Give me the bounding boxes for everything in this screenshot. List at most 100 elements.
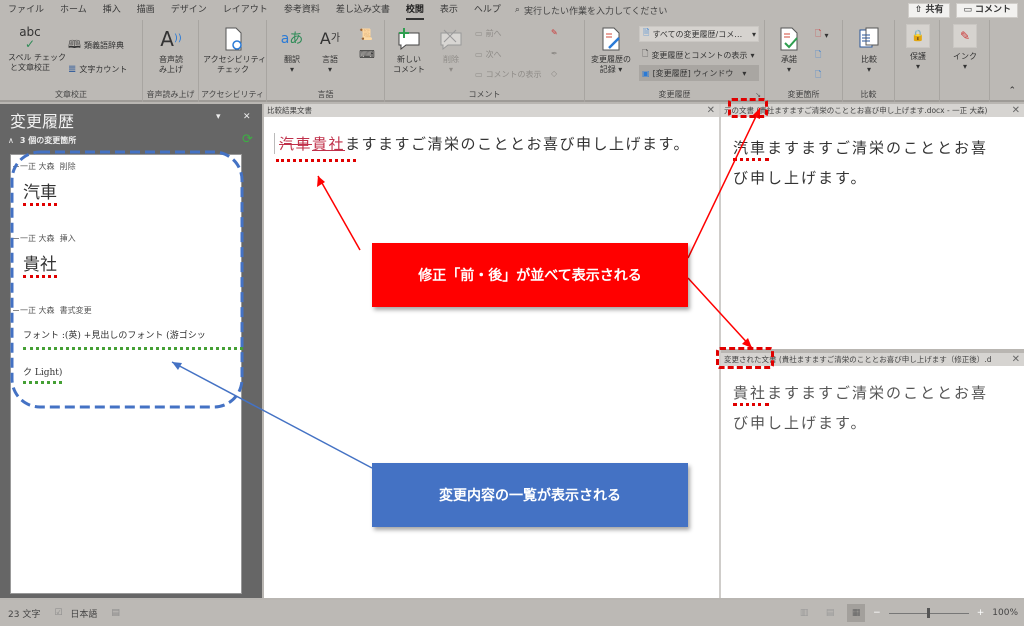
print-layout-icon[interactable]: ▤ (821, 604, 839, 622)
thesaurus-button[interactable]: 🕮 類義語辞典 (68, 36, 124, 55)
close-icon[interactable]: ✕ (707, 104, 715, 117)
close-icon[interactable]: ✕ (243, 112, 251, 122)
tab-home[interactable]: ホーム (52, 0, 95, 20)
language-button[interactable]: A가 言語 ▾ (313, 26, 347, 75)
revisions-pane: 変更履歴 ▾ ✕ ∧ 3 個の変更箇所 ⟳ 一正 大森 削除 汽車 一正 大森 … (0, 104, 262, 598)
tab-help[interactable]: ヘルプ (466, 0, 509, 20)
deleted-text: 汽車 (279, 135, 313, 153)
protect-button[interactable]: 🔒 保護 ▾ (899, 24, 937, 72)
ink-button[interactable]: ✎ インク ▾ (946, 24, 984, 72)
revision-item[interactable]: 一正 大森 挿入 貴社 (11, 233, 243, 278)
refresh-icon[interactable]: ⟳ (242, 132, 253, 147)
share-button[interactable]: ⇧ 共有 (907, 2, 951, 18)
dropdown-arrow-icon: ▾ (327, 65, 332, 74)
check-icon: ✓ (24, 37, 36, 51)
comment-icon: ▭ (963, 4, 972, 15)
revision-author: 一正 大森 (20, 234, 55, 243)
delete-comment-button[interactable]: 削除 ▾ (431, 26, 471, 75)
keyboard-button[interactable]: ⌨ (359, 48, 375, 61)
track-changes-button[interactable]: 変更履歴の 記録 ▾ (587, 26, 635, 75)
check-accessibility-button[interactable]: アクセシビリティ チェック (203, 26, 267, 75)
compare-button[interactable]: 比較 ▾ (849, 26, 889, 75)
menu-bar: ファイル ホーム 挿入 描画 デザイン レイアウト 参考資料 差し込み文書 校閲… (0, 0, 1024, 20)
group-ink: ✎ インク ▾ (940, 20, 990, 102)
original-doc-body[interactable]: 汽車ますますご清栄のこととお喜 び申し上げます。 (721, 117, 1024, 349)
proofing-status-icon[interactable]: ☑ (54, 608, 62, 618)
show-markup-button[interactable]: 🗋 変更履歴とコメントの表示 ▾ (642, 48, 754, 62)
collapse-ribbon-icon[interactable]: ⌃ (1008, 86, 1016, 96)
next-comment-button[interactable]: ▭ 次へ (475, 49, 502, 60)
revision-author: 一正 大森 (20, 306, 55, 315)
tell-me-box[interactable]: ⌕ 実行したい作業を入力してください (515, 4, 668, 17)
compared-doc-text: 汽車貴社ますますご清栄のこととお喜び申し上げます。 (274, 133, 690, 154)
chevron-down-icon: ▾ (751, 29, 756, 39)
tab-mailings[interactable]: 差し込み文書 (328, 0, 398, 20)
revised-doc-text: 貴社ますますご清栄のこととお喜 び申し上げます。 (733, 378, 988, 438)
book-icon: 🕮 (68, 38, 81, 51)
next-change-button[interactable]: 🗋 (815, 69, 821, 83)
accept-button[interactable]: 承諾 ▾ (769, 26, 809, 75)
revision-item[interactable]: 一正 大森 書式変更 フォント :(英) +見出しのフォント (游ゴシッ ク L… (11, 305, 243, 384)
tab-insert[interactable]: 挿入 (95, 0, 129, 20)
zoom-slider[interactable] (888, 608, 969, 618)
zoom-slider-thumb[interactable] (927, 608, 931, 618)
revisions-summary[interactable]: ∧ 3 個の変更箇所 (8, 135, 76, 146)
close-icon[interactable]: ✕ (1012, 353, 1020, 366)
macro-recording-icon[interactable]: ▤ (111, 608, 120, 618)
tab-view[interactable]: 表示 (432, 0, 466, 20)
spelling-grammar-button[interactable]: abc ✓ スペル チェック と文章校正 (8, 26, 66, 73)
reject-button[interactable]: 🗋 ▾ (815, 28, 828, 42)
group-comments: 新しい コメント 削除 ▾ ▭ 前へ ▭ 次へ ▭ コメントの表示 ✎ ✒ ◇ コメン… (385, 20, 585, 102)
ink-comment-button[interactable]: ✎ (551, 28, 558, 37)
translate-label: 翻訳 (284, 55, 300, 64)
next-change-icon: 🗋 (815, 70, 822, 79)
zoom-out-button[interactable]: − (873, 608, 881, 618)
comments-button[interactable]: ▭ コメント (956, 2, 1018, 18)
read-mode-icon[interactable]: ▥ (795, 604, 813, 622)
revised-doc-body[interactable]: 貴社ますますご清栄のこととお喜 び申し上げます。 (721, 366, 1024, 598)
pane-options-icon[interactable]: ▾ (216, 112, 221, 122)
zoom-in-button[interactable]: + (977, 608, 985, 618)
reviewing-pane-button[interactable]: ▣ [変更履歴] ウィンドウ ▾ (639, 65, 759, 81)
close-icon[interactable]: ✕ (1012, 104, 1020, 117)
zoom-level[interactable]: 100% (992, 608, 1018, 618)
read-aloud-button[interactable]: A)) 音声読 み上げ (149, 26, 193, 75)
previous-change-icon: 🗋 (815, 50, 822, 59)
callout-change-list: 変更内容の一覧が表示される (372, 463, 688, 527)
group-label-speech: 音声読み上げ (146, 90, 195, 99)
translate-button[interactable]: aあ 翻訳 ▾ (275, 26, 309, 75)
tab-layout[interactable]: レイアウト (215, 0, 276, 20)
word-count-button[interactable]: ≣ 文字カウント (68, 64, 127, 75)
revised-line-2: び申し上げます。 (733, 414, 868, 432)
revision-meta: 一正 大森 書式変更 (11, 305, 243, 316)
tab-review[interactable]: 校閲 (398, 0, 432, 20)
change-highlight-dots (733, 158, 769, 161)
tab-draw[interactable]: 描画 (129, 0, 163, 20)
word-count[interactable]: 23 文字 (8, 607, 40, 620)
show-comments-button[interactable]: ▭ コメントの表示 (475, 69, 542, 80)
new-comment-label-1: 新しい (397, 55, 421, 64)
language-status[interactable]: 日本語 (70, 607, 97, 620)
group-tracking: 変更履歴の 記録 ▾ 🗎 すべての変更履歴/コメ… ▾ 🗋 変更履歴とコメントの… (585, 20, 765, 102)
tab-references[interactable]: 参考資料 (276, 0, 328, 20)
track-changes-label-2: 記録 ▾ (599, 65, 623, 74)
chevron-down-icon: ▾ (750, 50, 755, 60)
web-layout-icon[interactable]: ▦ (847, 604, 866, 622)
eraser-button[interactable]: ◇ (551, 69, 557, 78)
keyboard-icon: ⌨ (359, 48, 375, 61)
revision-author: 一正 大森 (20, 162, 55, 171)
revision-item[interactable]: 一正 大森 削除 汽車 (11, 161, 243, 206)
tab-file[interactable]: ファイル (0, 0, 52, 20)
accessibility-label-1: アクセシビリティ (203, 55, 267, 64)
previous-comment-button[interactable]: ▭ 前へ (475, 28, 502, 39)
previous-change-button[interactable]: 🗋 (815, 49, 821, 63)
inserted-text: 貴社 (312, 135, 346, 153)
delete-comment-icon (440, 29, 462, 51)
script-button[interactable]: 📜 (359, 28, 373, 41)
revision-type: 挿入 (59, 234, 76, 243)
new-comment-button[interactable]: 新しい コメント (389, 26, 429, 75)
pen-button[interactable]: ✒ (551, 49, 558, 58)
markup-dropdown[interactable]: 🗎 すべての変更履歴/コメ… ▾ (639, 26, 759, 42)
ribbon: abc ✓ スペル チェック と文章校正 🕮 類義語辞典 ≣ 文字カウント 文章… (0, 20, 1024, 102)
tab-design[interactable]: デザイン (163, 0, 215, 20)
